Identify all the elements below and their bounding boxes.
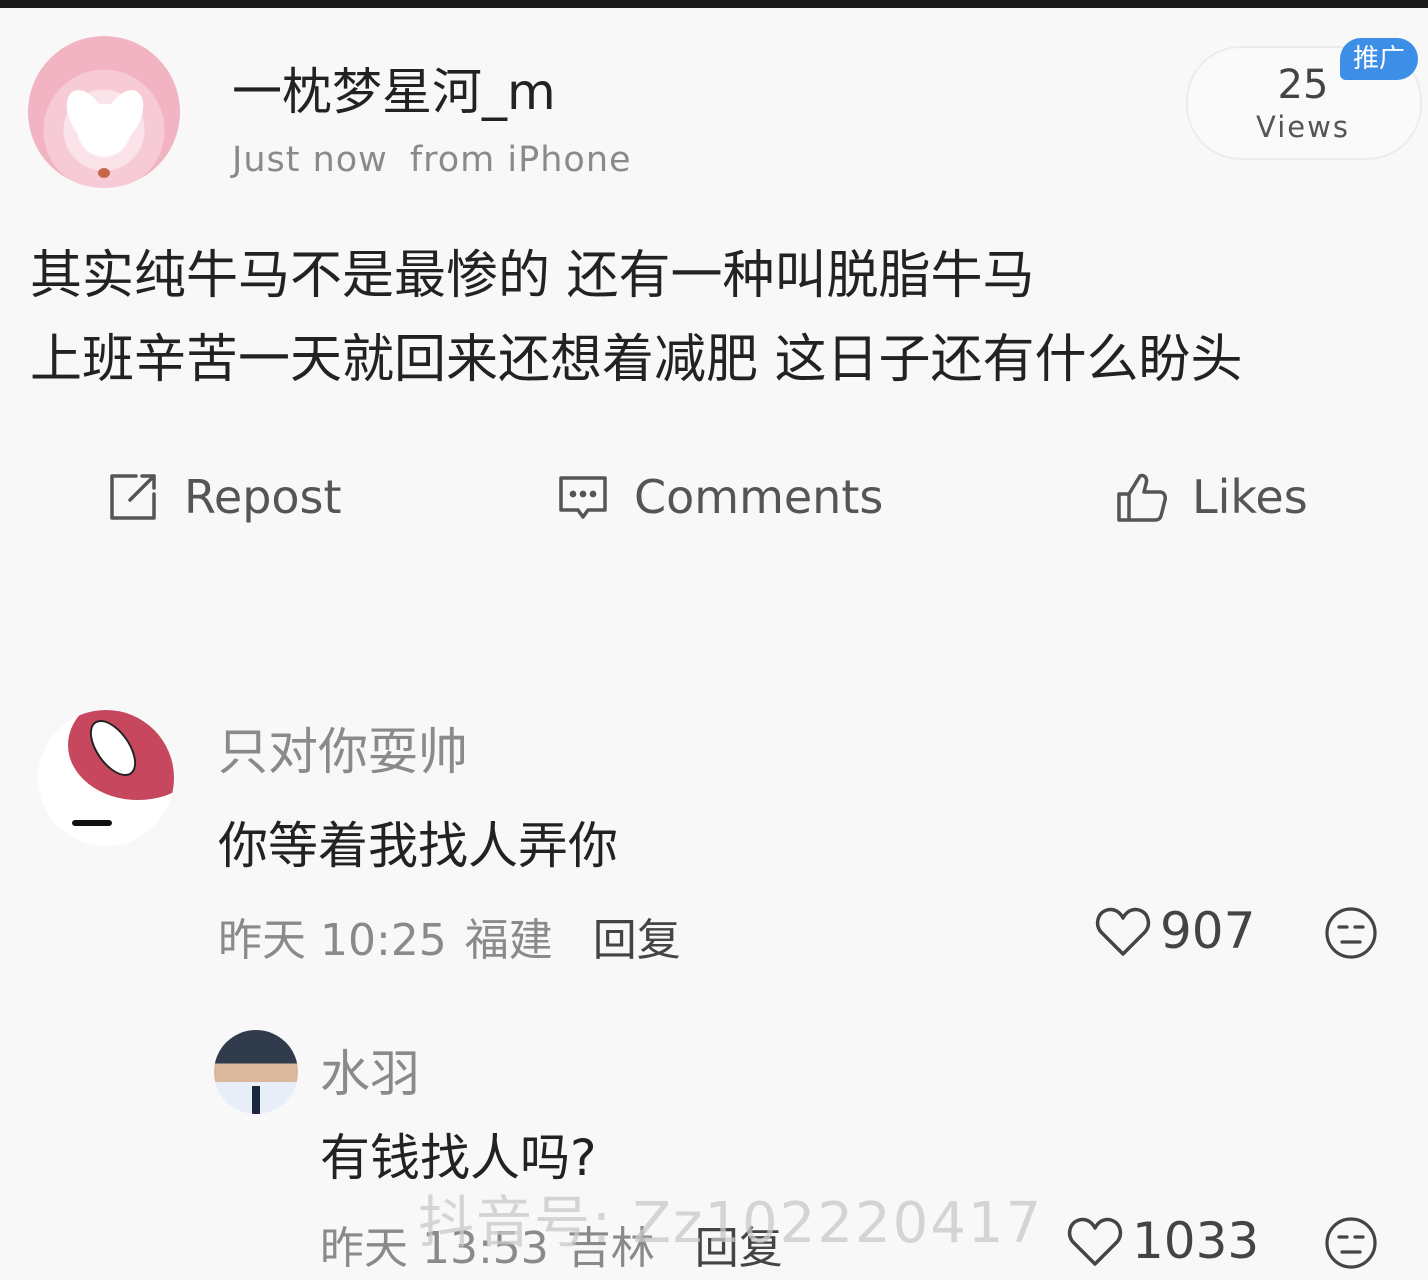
author-username[interactable]: 一枕梦星河_m — [232, 52, 556, 124]
post-source: from iPhone — [409, 140, 632, 180]
author-avatar[interactable] — [28, 36, 180, 188]
likes-label: Likes — [1192, 470, 1308, 524]
comment-location: 福建 — [464, 915, 553, 966]
watermark: 抖音号: Zz102220417 — [418, 1191, 1044, 1256]
comment-icon — [559, 476, 607, 519]
comment-meta: 昨天 10:25 福建 回复 — [218, 904, 681, 968]
comments-button[interactable]: Comments — [556, 462, 883, 532]
commenter-avatar[interactable] — [214, 1030, 298, 1114]
reply-button[interactable]: 回复 — [593, 915, 681, 966]
commenter-avatar[interactable] — [38, 710, 174, 846]
repost-button[interactable]: Repost — [106, 462, 342, 532]
avatar-shape — [72, 820, 112, 826]
views-label: Views — [1256, 110, 1350, 144]
bunny-nose — [98, 168, 110, 178]
comment-time: 昨天 10:25 — [218, 915, 447, 966]
comment-like-count: 907 — [1160, 902, 1256, 960]
repost-icon — [110, 474, 156, 520]
commenter-name[interactable]: 只对你耍帅 — [218, 712, 468, 784]
heart-icon — [1095, 907, 1151, 956]
thumbs-up-icon — [1117, 473, 1167, 522]
post-body: 其实纯牛马不是最惨的 还有一种叫脱脂牛马 上班辛苦一天就回来还想着减肥 这日子还… — [30, 234, 1410, 402]
comment-like-button[interactable]: 1033 — [1066, 1212, 1259, 1270]
comment-like-count: 1033 — [1132, 1212, 1260, 1270]
post-body-line: 上班辛苦一天就回来还想着减肥 这日子还有什么盼头 — [30, 330, 1243, 390]
comment-text: 你等着我找人弄你 — [218, 817, 618, 875]
avatar-shape — [252, 1086, 260, 1114]
likes-button[interactable]: Likes — [1114, 462, 1308, 532]
top-status-strip — [0, 0, 1428, 8]
heart-icon — [1067, 1217, 1123, 1266]
promo-badge: 推广 — [1340, 38, 1418, 80]
commenter-name[interactable]: 水羽 — [320, 1034, 420, 1106]
meh-face-icon[interactable] — [1324, 1216, 1378, 1270]
post-meta: Just now from iPhone — [232, 140, 632, 180]
meh-face-icon[interactable] — [1324, 906, 1378, 960]
post-time: Just now — [232, 140, 388, 180]
comments-label: Comments — [634, 470, 884, 524]
post-body-line: 其实纯牛马不是最惨的 还有一种叫脱脂牛马 — [30, 246, 1035, 306]
repost-label: Repost — [184, 470, 342, 524]
comment-like-button[interactable]: 907 — [1094, 902, 1255, 960]
